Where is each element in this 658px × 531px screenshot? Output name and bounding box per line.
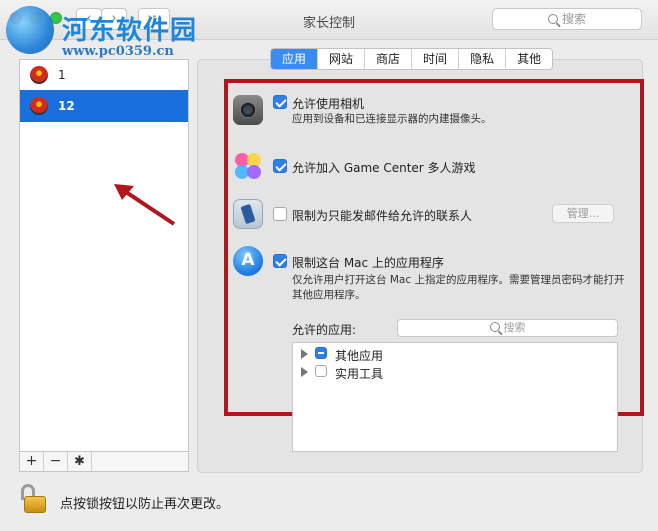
gear-icon[interactable]: ✱ xyxy=(68,452,92,471)
limit-mail-checkbox[interactable] xyxy=(273,207,287,221)
watermark-url: www.pc0359.cn xyxy=(62,44,174,59)
lock-icon[interactable] xyxy=(21,484,48,514)
watermark-title: 河东软件园 xyxy=(62,16,198,46)
allow-camera-description: 应用到设备和已连接显示器的内建摄像头。 xyxy=(292,113,492,125)
user-list-item[interactable]: 1 xyxy=(20,60,188,90)
user-avatar xyxy=(30,97,48,115)
list-item[interactable]: 实用工具 xyxy=(293,363,617,381)
app-store-icon xyxy=(233,246,263,276)
utilities-checkbox[interactable] xyxy=(315,365,327,377)
game-center-icon xyxy=(233,151,263,181)
user-list-toolbar: + − ✱ xyxy=(19,452,189,472)
watermark-logo-icon xyxy=(6,6,54,54)
tab-privacy[interactable]: 隐私 xyxy=(458,49,506,69)
add-user-button[interactable]: + xyxy=(20,452,44,471)
tab-other[interactable]: 其他 xyxy=(505,49,553,69)
remove-user-button[interactable]: − xyxy=(44,452,68,471)
manage-contacts-button[interactable]: 管理... xyxy=(552,204,614,223)
other-apps-checkbox[interactable] xyxy=(315,347,327,359)
allow-game-center-label: 允许加入 Game Center 多人游戏 xyxy=(292,161,476,175)
tab-apps[interactable]: 应用 xyxy=(271,49,318,69)
tab-bar: 应用 网站 商店 时间 隐私 其他 xyxy=(270,48,554,70)
limit-apps-description: 仅允许用户打开这台 Mac 上指定的应用程序。需要管理员密码才能打开其他应用程序… xyxy=(292,274,625,301)
lock-hint-text: 点按锁按钮以防止再次更改。 xyxy=(60,497,230,512)
allow-game-center-checkbox[interactable] xyxy=(273,159,287,173)
camera-icon xyxy=(233,95,263,125)
disclosure-triangle-icon[interactable] xyxy=(301,349,308,359)
annotation-arrow-icon xyxy=(114,184,176,226)
tab-stores[interactable]: 商店 xyxy=(364,49,412,69)
search-icon xyxy=(547,14,558,24)
limit-apps-label: 限制这台 Mac 上的应用程序 xyxy=(292,256,444,270)
allowed-apps-search-input[interactable]: 搜索 xyxy=(397,319,618,337)
tab-websites[interactable]: 网站 xyxy=(317,49,365,69)
list-item-label: 其他应用 xyxy=(335,349,384,363)
allow-camera-checkbox[interactable] xyxy=(273,95,287,109)
tab-time[interactable]: 时间 xyxy=(411,49,459,69)
limit-apps-checkbox[interactable] xyxy=(273,254,287,268)
list-item-label: 实用工具 xyxy=(335,367,384,381)
allowed-apps-label: 允许的应用: xyxy=(292,323,357,337)
user-avatar xyxy=(30,66,48,84)
disclosure-triangle-icon[interactable] xyxy=(301,367,308,377)
user-list-item-selected[interactable]: 12 xyxy=(20,90,188,122)
search-icon xyxy=(489,322,500,332)
user-name: 1 xyxy=(58,68,66,82)
allowed-apps-list: 其他应用 实用工具 xyxy=(292,342,618,452)
allow-camera-label: 允许使用相机 xyxy=(292,97,365,111)
list-item[interactable]: 其他应用 xyxy=(293,345,617,363)
allowed-apps-search-placeholder: 搜索 xyxy=(503,321,526,334)
search-input[interactable]: 搜索 xyxy=(492,8,642,30)
search-placeholder: 搜索 xyxy=(561,12,586,26)
mail-icon xyxy=(233,199,263,229)
user-list: 1 12 xyxy=(19,59,189,452)
limit-mail-label: 限制为只能发邮件给允许的联系人 xyxy=(292,209,473,223)
user-name: 12 xyxy=(58,99,75,113)
